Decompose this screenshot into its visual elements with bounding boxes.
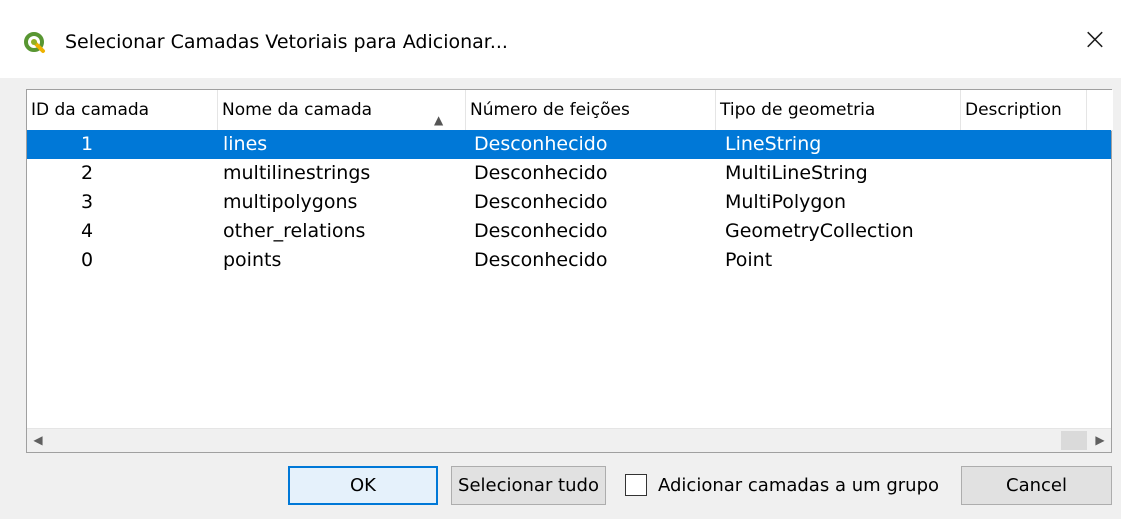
- column-header-description[interactable]: Description: [961, 90, 1087, 130]
- cell-name: multipolygons: [223, 191, 358, 213]
- column-header-name-label: Nome da camada: [222, 100, 373, 120]
- cell-id: 1: [80, 133, 94, 155]
- cell-count: Desconhecido: [474, 133, 608, 155]
- table-row[interactable]: 4 other_relations Desconhecido GeometryC…: [27, 217, 1111, 246]
- qgis-logo-icon: [24, 32, 45, 53]
- scroll-right-arrow-icon[interactable]: ▶: [1089, 429, 1111, 452]
- cell-name: multilinestrings: [223, 162, 371, 184]
- cell-geometry: MultiPolygon: [725, 191, 847, 213]
- scroll-left-arrow-icon[interactable]: ◀: [27, 429, 49, 452]
- cell-count: Desconhecido: [474, 162, 608, 184]
- cell-id: 2: [80, 162, 94, 184]
- column-header-id[interactable]: ID da camada: [27, 90, 218, 130]
- cell-id: 3: [80, 191, 94, 213]
- table-row[interactable]: 0 points Desconhecido Point: [27, 246, 1111, 275]
- cell-geometry: LineString: [725, 133, 822, 155]
- dialog-window: Selecionar Camadas Vetoriais para Adicio…: [0, 0, 1121, 519]
- column-header-name[interactable]: Nome da camada ▲: [218, 90, 466, 130]
- scrollbar-track[interactable]: [1061, 431, 1087, 450]
- title-bar: Selecionar Camadas Vetoriais para Adicio…: [0, 0, 1121, 78]
- cell-count: Desconhecido: [474, 191, 608, 213]
- table-body: 1 lines Desconhecido LineString 2 multil…: [27, 130, 1113, 275]
- table-row[interactable]: 3 multipolygons Desconhecido MultiPolygo…: [27, 188, 1111, 217]
- column-header-geometry[interactable]: Tipo de geometria: [716, 90, 961, 130]
- scrollbar-thumb[interactable]: [50, 432, 1060, 448]
- table-header: ID da camada Nome da camada ▲ Número de …: [27, 90, 1113, 131]
- cell-name: lines: [223, 133, 268, 155]
- ok-button[interactable]: OK: [288, 466, 438, 505]
- cell-geometry: Point: [725, 249, 773, 271]
- cell-name: points: [223, 249, 282, 271]
- table-row[interactable]: 1 lines Desconhecido LineString: [27, 130, 1111, 159]
- layer-table[interactable]: ID da camada Nome da camada ▲ Número de …: [26, 89, 1113, 453]
- column-header-count[interactable]: Número de feições: [466, 90, 716, 130]
- cell-geometry: MultiLineString: [725, 162, 868, 184]
- add-to-group-label[interactable]: Adicionar camadas a um grupo: [658, 474, 939, 498]
- table-row[interactable]: 2 multilinestrings Desconhecido MultiLin…: [27, 159, 1111, 188]
- add-to-group-checkbox[interactable]: [625, 474, 647, 496]
- cell-id: 4: [80, 220, 94, 242]
- cell-geometry: GeometryCollection: [725, 220, 914, 242]
- select-all-button[interactable]: Selecionar tudo: [451, 466, 606, 505]
- cell-id: 0: [80, 249, 94, 271]
- cell-count: Desconhecido: [474, 249, 608, 271]
- window-title: Selecionar Camadas Vetoriais para Adicio…: [65, 31, 508, 53]
- close-button[interactable]: ×: [1069, 14, 1121, 66]
- cell-name: other_relations: [223, 220, 366, 242]
- horizontal-scrollbar[interactable]: ◀ ▶: [27, 428, 1111, 452]
- cancel-button[interactable]: Cancel: [961, 466, 1112, 505]
- cell-count: Desconhecido: [474, 220, 608, 242]
